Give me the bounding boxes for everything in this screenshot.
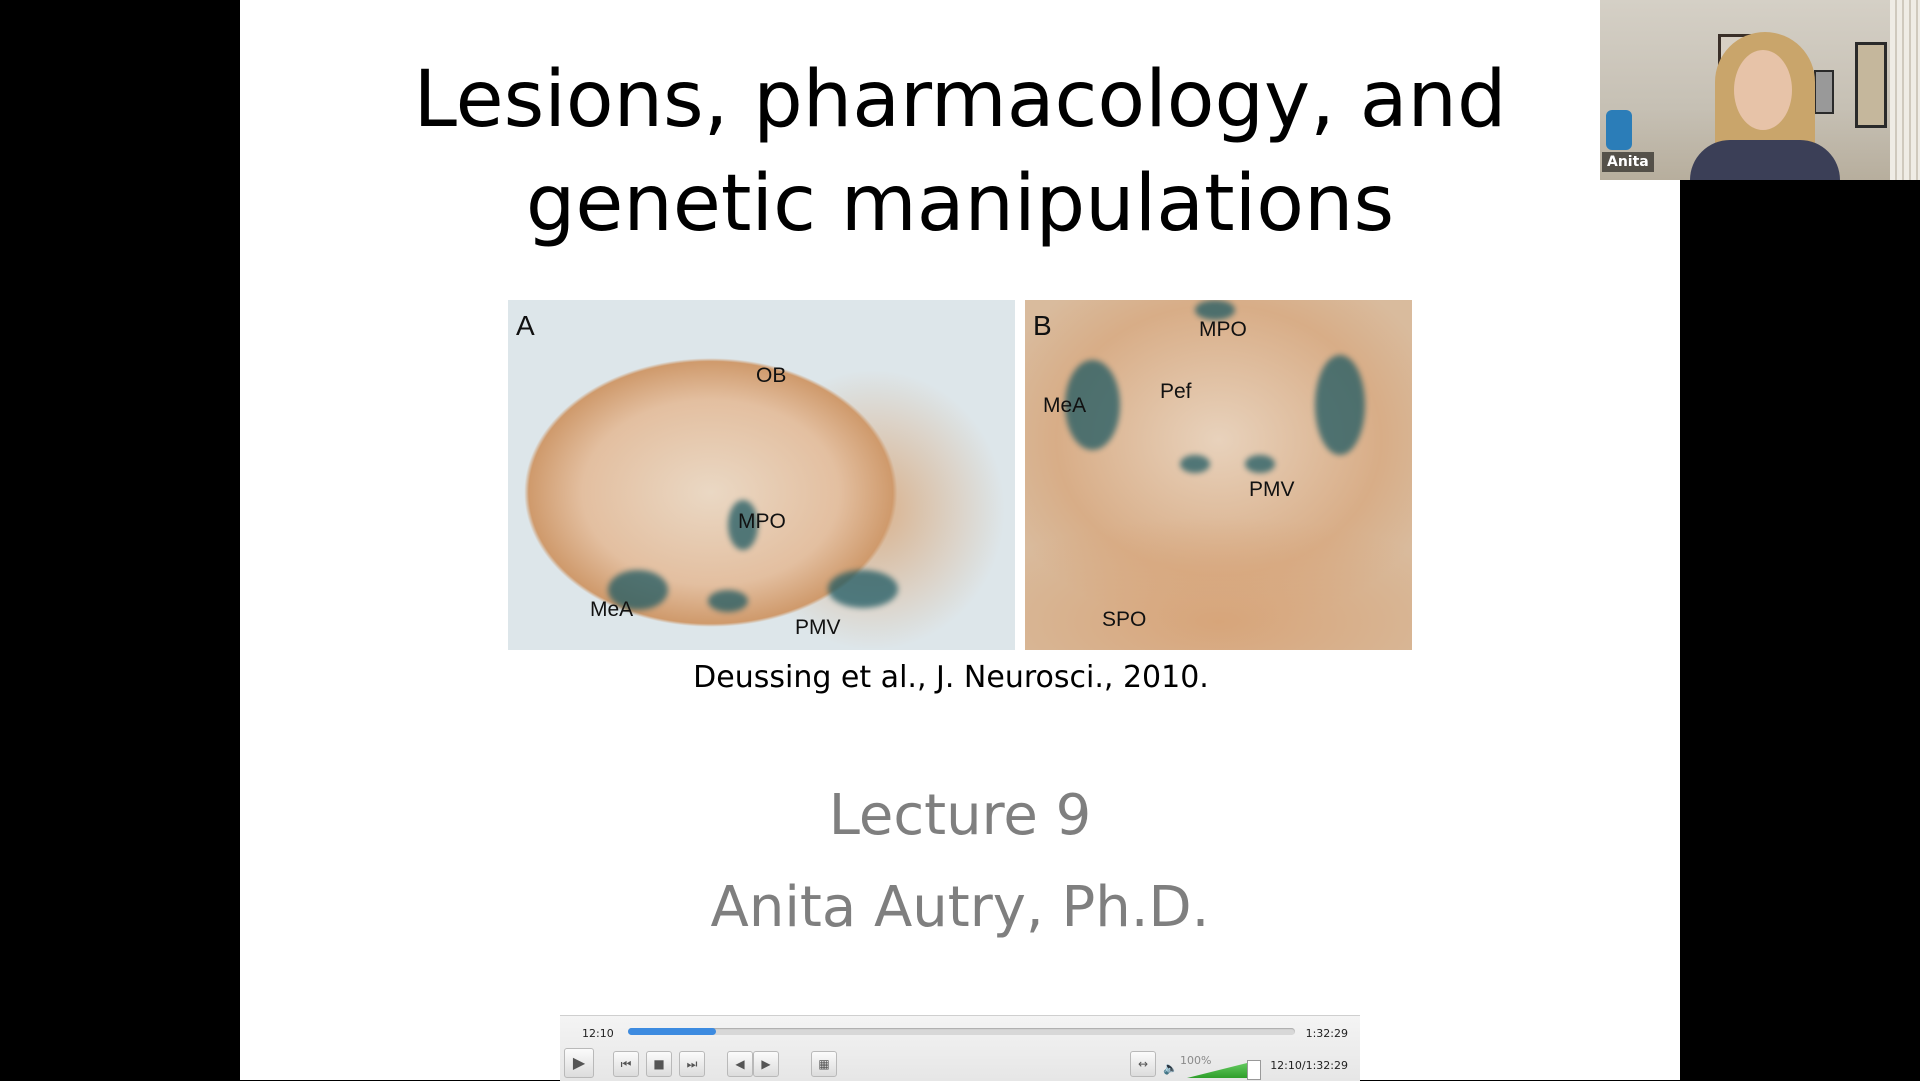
panel-a-letter: A [516,310,535,341]
volume-handle[interactable] [1247,1060,1261,1080]
speaker-icon[interactable]: 🔈 [1163,1061,1178,1075]
figure-citation: Deussing et al., J. Neurosci., 2010. [240,660,1680,695]
figure-panel-b: B MPO MeA Pef PMV SPO [1025,300,1412,650]
total-time: 1:32:29 [1305,1027,1348,1040]
skip-back-icon: ⏮ [620,1057,632,1071]
fullscreen-button[interactable]: ▦ [811,1051,837,1077]
frame-forward-icon: ▶ [761,1057,771,1071]
citation-text: Deussing et al., J. Neurosci., 2010. [693,660,1209,695]
webcam-water-bottle [1606,110,1632,150]
webcam-person-body [1690,140,1840,180]
panel-b-label-spo: SPO [1102,608,1147,631]
lecture-number: Lecture 9 [828,783,1092,848]
participant-name-label: Anita [1602,152,1654,172]
slide-title-line-1: Lesions, pharmacology, and [413,55,1507,145]
figure-panel-a: A OB MPO MeA PMV [508,300,1015,650]
fit-width-icon: ↔ [1137,1057,1149,1071]
webcam-wall-frame [1814,70,1834,114]
media-player-bar: 12:10 1:32:29 ▶ ⏮ ■ ⏭ ◀ ▶ ▦ ↔ 🔈 100% 12:… [560,1015,1360,1081]
panel-a-label-mea: MeA [590,598,634,621]
panel-a-label-mpo: MPO [738,510,786,533]
frame-back-icon: ◀ [735,1057,745,1071]
lecture-info: Lecture 9 Anita Autry, Ph.D. [240,776,1680,948]
panel-b-label-mpo: MPO [1199,318,1247,341]
panel-b-label-mea: MeA [1043,394,1087,417]
skip-forward-icon: ⏭ [686,1057,698,1071]
time-readout: 12:10/1:32:29 [1270,1059,1348,1072]
seek-bar-progress [628,1028,717,1035]
webcam-wall-frame [1855,42,1887,128]
presentation-slide: Lesions, pharmacology, and genetic manip… [240,0,1680,1080]
play-button[interactable]: ▶ [564,1048,594,1078]
seek-bar[interactable] [628,1028,1295,1035]
panel-b-letter: B [1033,310,1052,341]
slide-title: Lesions, pharmacology, and genetic manip… [240,48,1680,256]
panel-a-label-pmv: PMV [795,616,841,639]
fit-width-button[interactable]: ↔ [1130,1051,1156,1077]
fullscreen-icon: ▦ [818,1057,830,1071]
play-icon: ▶ [572,1053,586,1072]
stop-button[interactable]: ■ [646,1051,672,1077]
panel-a-label-ob: OB [756,364,787,387]
panel-b-label-pef: Pef [1160,380,1192,403]
panel-b-label-pmv: PMV [1249,478,1295,501]
slide-title-line-2: genetic manipulations [525,159,1395,249]
current-time: 12:10 [582,1027,614,1040]
webcam-video-tile[interactable]: Anita [1600,0,1920,180]
skip-forward-button[interactable]: ⏭ [679,1051,705,1077]
webcam-person-face [1734,50,1792,130]
skip-back-button[interactable]: ⏮ [613,1051,639,1077]
frame-back-button[interactable]: ◀ [727,1051,753,1077]
webcam-window-blinds [1890,0,1920,180]
volume-percent: 100% [1180,1054,1212,1067]
frame-forward-button[interactable]: ▶ [753,1051,779,1077]
lecture-author: Anita Autry, Ph.D. [710,875,1210,940]
stop-icon: ■ [653,1057,665,1071]
